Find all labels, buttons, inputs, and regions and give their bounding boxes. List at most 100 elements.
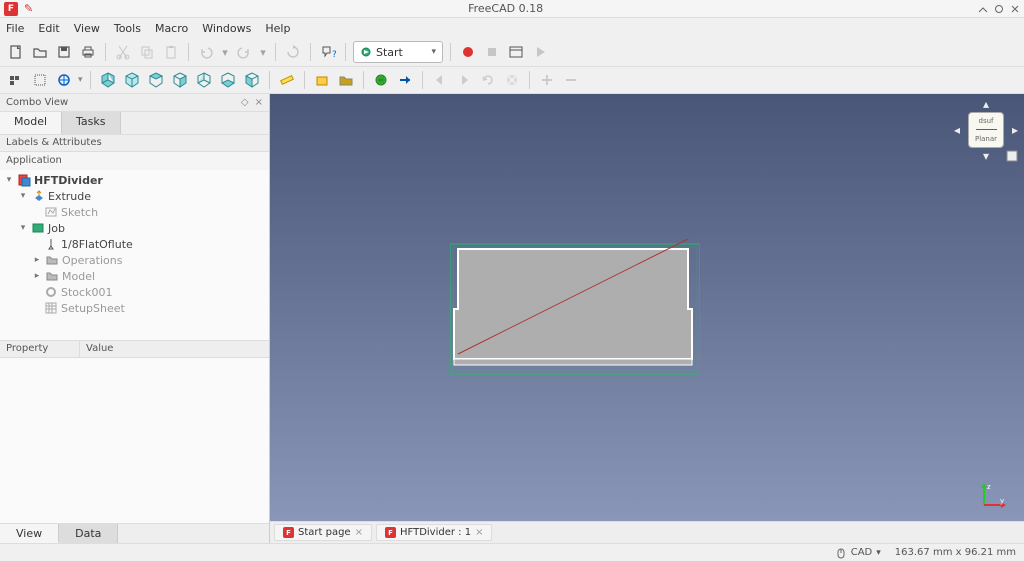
tree-extrude[interactable]: ▾ Extrude — [0, 188, 269, 204]
panel-float-icon[interactable]: ◇ — [241, 97, 249, 108]
macro-play-icon — [530, 42, 550, 62]
tree-stock[interactable]: Stock001 — [0, 284, 269, 300]
draw-style-icon[interactable] — [6, 70, 26, 90]
maximize-button[interactable] — [994, 4, 1004, 14]
workbench-label: Start — [376, 46, 403, 59]
titlebar: F ✎ FreeCAD 0.18 — [0, 0, 1024, 18]
part-icon[interactable] — [312, 70, 332, 90]
bounding-box-icon[interactable] — [30, 70, 50, 90]
tree-model-sub[interactable]: ▸ Model — [0, 268, 269, 284]
view-left-icon[interactable] — [242, 70, 262, 90]
appearance-dropdown-icon[interactable]: ▾ — [78, 75, 83, 85]
tab-data[interactable]: Data — [59, 524, 118, 543]
tree-setupsheet[interactable]: SetupSheet — [0, 300, 269, 316]
chevron-down-icon: ▾ — [431, 47, 436, 57]
nav-mode-selector[interactable]: CAD ▾ — [835, 547, 881, 559]
tab-view[interactable]: View — [0, 524, 59, 543]
tool-icon — [44, 237, 58, 251]
sketch-icon — [44, 205, 58, 219]
svg-text:z: z — [987, 483, 991, 491]
doc-tab-start-label: Start page — [298, 527, 351, 538]
navcube-up-arrow[interactable]: ▴ — [983, 98, 989, 110]
view-front-icon[interactable] — [122, 70, 142, 90]
open-file-icon[interactable] — [30, 42, 50, 62]
mouse-icon — [835, 547, 847, 559]
app-icon: F — [4, 2, 18, 16]
combo-title: Combo View — [6, 97, 68, 108]
tree-sketch[interactable]: Sketch — [0, 204, 269, 220]
whatsthis-icon[interactable]: ? — [318, 42, 338, 62]
view-top-icon[interactable] — [146, 70, 166, 90]
doc-tab-hftdivider[interactable]: F HFTDivider : 1 × — [376, 524, 492, 541]
tab-model[interactable]: Model — [0, 112, 62, 134]
doc-tab-start[interactable]: F Start page × — [274, 524, 372, 541]
paste-icon — [161, 42, 181, 62]
tree-operations[interactable]: ▸ Operations — [0, 252, 269, 268]
property-col-value[interactable]: Value — [80, 341, 269, 357]
navcube-mini-icon[interactable] — [1006, 150, 1018, 162]
statusbar: CAD ▾ 163.67 mm x 96.21 mm — [0, 543, 1024, 561]
undo-icon — [196, 42, 216, 62]
new-file-icon[interactable] — [6, 42, 26, 62]
print-icon[interactable] — [78, 42, 98, 62]
cad-model[interactable] — [450, 239, 700, 379]
view-right-icon[interactable] — [170, 70, 190, 90]
nav-forward-icon — [454, 70, 474, 90]
menu-macro[interactable]: Macro — [155, 22, 188, 35]
chevron-down-icon: ▾ — [876, 548, 881, 558]
appearance-icon[interactable] — [54, 70, 74, 90]
tree-job[interactable]: ▾ Job — [0, 220, 269, 236]
menu-view[interactable]: View — [74, 22, 100, 35]
svg-text:y: y — [1000, 497, 1004, 505]
macro-dialog-icon[interactable] — [506, 42, 526, 62]
link-icon[interactable] — [395, 70, 415, 90]
viewport: ▴ ▾ ◂ ▸ dsuf Planar — [270, 94, 1024, 543]
view-iso-icon[interactable] — [98, 70, 118, 90]
navcube-bottom-label: Planar — [971, 135, 1001, 143]
combo-view-header: Combo View ◇ × — [0, 94, 269, 112]
web-icon[interactable] — [371, 70, 391, 90]
panel-close-icon[interactable]: × — [255, 97, 263, 108]
view-rear-icon[interactable] — [194, 70, 214, 90]
axis-triad: z y — [978, 481, 1008, 511]
refresh-icon — [283, 42, 303, 62]
stock-icon — [44, 285, 58, 299]
nav-mode-label: CAD — [851, 547, 873, 558]
tab-tasks[interactable]: Tasks — [62, 112, 120, 134]
tree-tool[interactable]: 1/8FlatOflute — [0, 236, 269, 252]
nav-refresh-icon — [478, 70, 498, 90]
navcube-top-label: dsuf — [971, 117, 1001, 125]
folder-icon[interactable] — [336, 70, 356, 90]
property-col-property[interactable]: Property — [0, 341, 80, 357]
navcube-left-arrow[interactable]: ◂ — [954, 124, 960, 136]
navcube-right-arrow[interactable]: ▸ — [1012, 124, 1018, 136]
section-labels-attributes: Labels & Attributes — [0, 134, 269, 152]
close-icon[interactable]: × — [355, 527, 363, 538]
menu-file[interactable]: File — [6, 22, 24, 35]
navcube-face[interactable]: dsuf Planar — [968, 112, 1004, 148]
tree-document[interactable]: ▾ HFTDivider — [0, 172, 269, 188]
cut-icon — [113, 42, 133, 62]
menu-help[interactable]: Help — [265, 22, 290, 35]
model-tree[interactable]: ▾ HFTDivider ▾ Extrude Sketch ▾ Job 1/8F… — [0, 170, 269, 340]
minimize-button[interactable] — [978, 4, 988, 14]
pin-icon[interactable]: ✎ — [24, 2, 33, 15]
combo-view-panel: Combo View ◇ × Model Tasks Labels & Attr… — [0, 94, 270, 543]
close-button[interactable] — [1010, 4, 1020, 14]
menu-windows[interactable]: Windows — [202, 22, 251, 35]
menu-edit[interactable]: Edit — [38, 22, 59, 35]
close-icon[interactable]: × — [475, 527, 483, 538]
menu-tools[interactable]: Tools — [114, 22, 141, 35]
macro-record-icon[interactable] — [458, 42, 478, 62]
property-header: Property Value — [0, 340, 269, 358]
workbench-selector[interactable]: Start ▾ — [353, 41, 443, 63]
copy-icon — [137, 42, 157, 62]
navcube-down-arrow[interactable]: ▾ — [983, 150, 989, 162]
view-bottom-icon[interactable] — [218, 70, 238, 90]
document-tabs: F Start page × F HFTDivider : 1 × — [270, 521, 1024, 543]
3d-canvas[interactable]: ▴ ▾ ◂ ▸ dsuf Planar — [270, 94, 1024, 521]
job-icon — [31, 221, 45, 235]
measure-icon[interactable] — [277, 70, 297, 90]
navigation-cube[interactable]: ▴ ▾ ◂ ▸ dsuf Planar — [958, 102, 1014, 158]
save-file-icon[interactable] — [54, 42, 74, 62]
